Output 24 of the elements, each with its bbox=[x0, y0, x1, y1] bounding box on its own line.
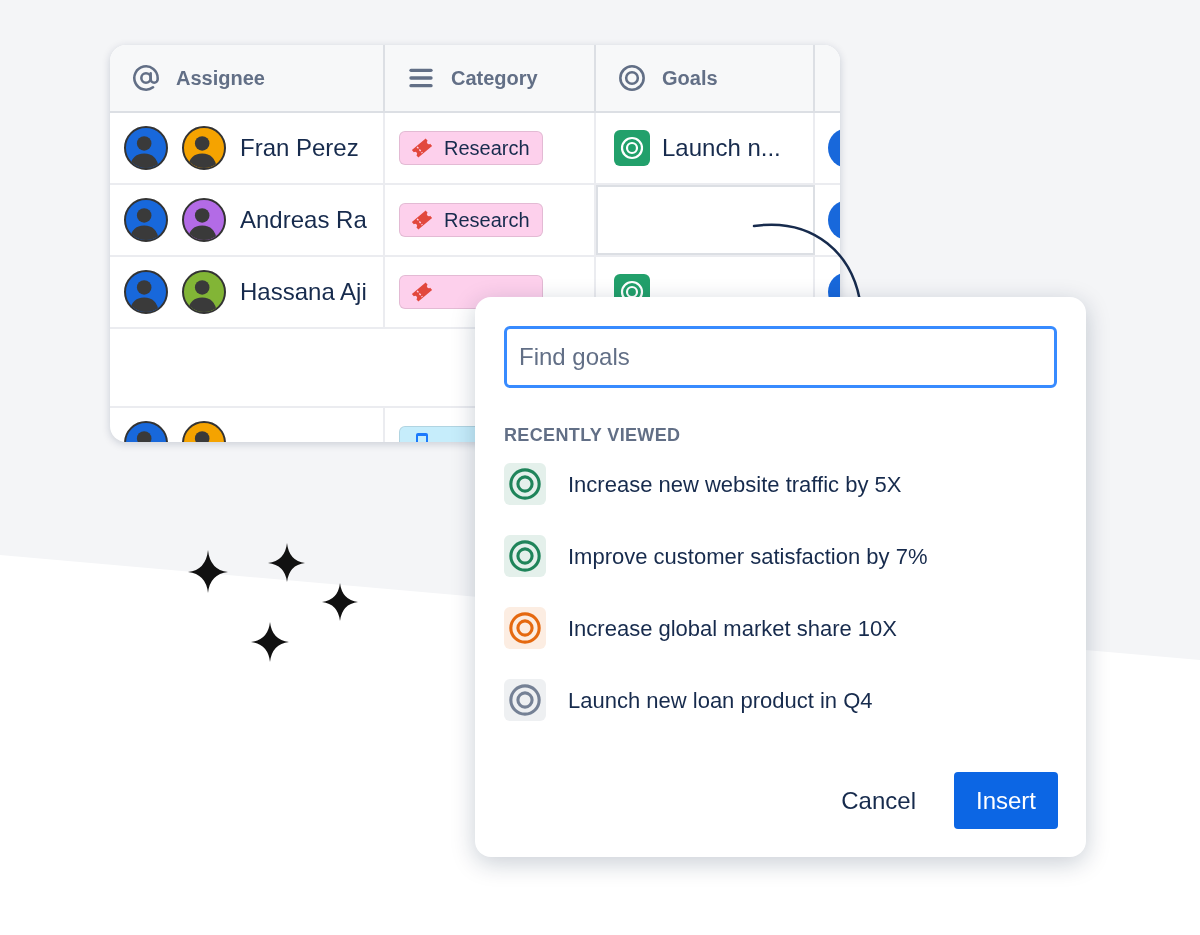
target-icon bbox=[618, 64, 646, 92]
goal-list-item[interactable]: Launch new loan product in Q4 bbox=[504, 679, 1057, 721]
cancel-button[interactable]: Cancel bbox=[821, 772, 936, 829]
insert-button[interactable]: Insert bbox=[953, 772, 1058, 829]
ticket-icon bbox=[410, 136, 434, 160]
assignee-name: Andreas Ra bbox=[240, 205, 367, 235]
column-label: Goals bbox=[662, 66, 718, 91]
assignee-name: Fran Perez bbox=[240, 133, 359, 163]
ticket-icon bbox=[410, 208, 434, 232]
category-tag: Research bbox=[399, 131, 543, 165]
target-icon bbox=[614, 130, 650, 166]
category-tag: Research bbox=[399, 203, 543, 237]
ticket-icon bbox=[410, 280, 434, 304]
goal-list-item[interactable]: Increase new website traffic by 5X bbox=[504, 463, 1057, 505]
goal-cell[interactable]: Launch n... bbox=[596, 113, 815, 183]
goal-cell[interactable] bbox=[596, 185, 815, 255]
goal-list-item[interactable]: Increase global market share 10X bbox=[504, 607, 1057, 649]
column-label: Category bbox=[451, 66, 538, 91]
search-field[interactable]: Find goals bbox=[504, 326, 1057, 388]
column-label: Assignee bbox=[176, 66, 265, 91]
section-heading: RECENTLY VIEWED bbox=[504, 424, 682, 447]
at-sign-icon bbox=[132, 64, 160, 92]
goal-list-item[interactable]: Improve customer satisfaction by 7% bbox=[504, 535, 1057, 577]
assignee-name: Hassana Aji bbox=[240, 277, 367, 307]
